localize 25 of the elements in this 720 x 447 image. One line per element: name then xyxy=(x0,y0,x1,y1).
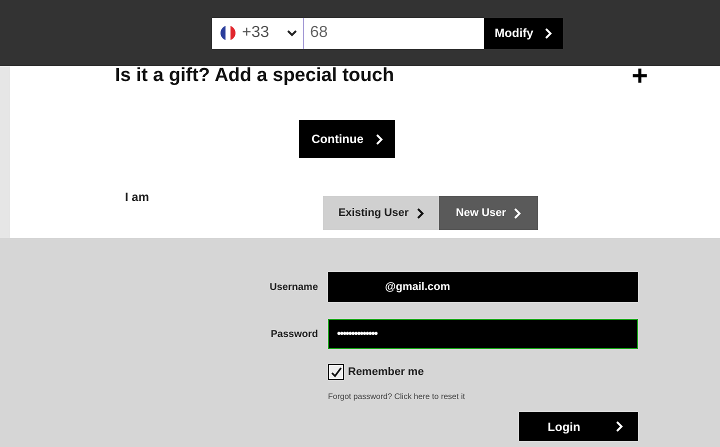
country-code-select[interactable]: +33 xyxy=(212,18,304,48)
user-type-tab[interactable]: Existing User xyxy=(323,196,439,230)
continue-button[interactable]: Continue xyxy=(299,120,395,158)
phone-field[interactable]: 68 xyxy=(304,18,484,48)
user-type-tab[interactable]: New User xyxy=(439,196,538,230)
login-button[interactable]: Login xyxy=(519,412,638,441)
flag-icon xyxy=(220,25,236,41)
chevron-icon xyxy=(376,134,382,144)
username-field[interactable]: @gmail.com xyxy=(328,272,638,302)
expand-toggle[interactable]: + xyxy=(632,66,648,86)
dropdown-caret-icon xyxy=(287,30,297,36)
remember-checkbox[interactable] xyxy=(328,364,344,380)
checkmark-icon xyxy=(330,366,342,378)
forgot-password-link[interactable]: Forgot password? Click here to reset it xyxy=(328,392,465,401)
remember-label: Remember me xyxy=(348,366,424,378)
modify-button[interactable]: Modify xyxy=(484,18,563,48)
username-label: Username xyxy=(268,282,318,292)
chevron-icon xyxy=(545,28,552,38)
section-heading: Is it a gift? Add a special touch xyxy=(115,65,394,87)
password-label: Password xyxy=(270,328,318,340)
chevron-icon xyxy=(616,421,624,432)
chevron-icon xyxy=(514,208,522,218)
password-field[interactable]: •••••••••••••• xyxy=(328,319,638,349)
chevron-icon xyxy=(416,208,424,218)
user-type-label: I am xyxy=(125,190,150,206)
